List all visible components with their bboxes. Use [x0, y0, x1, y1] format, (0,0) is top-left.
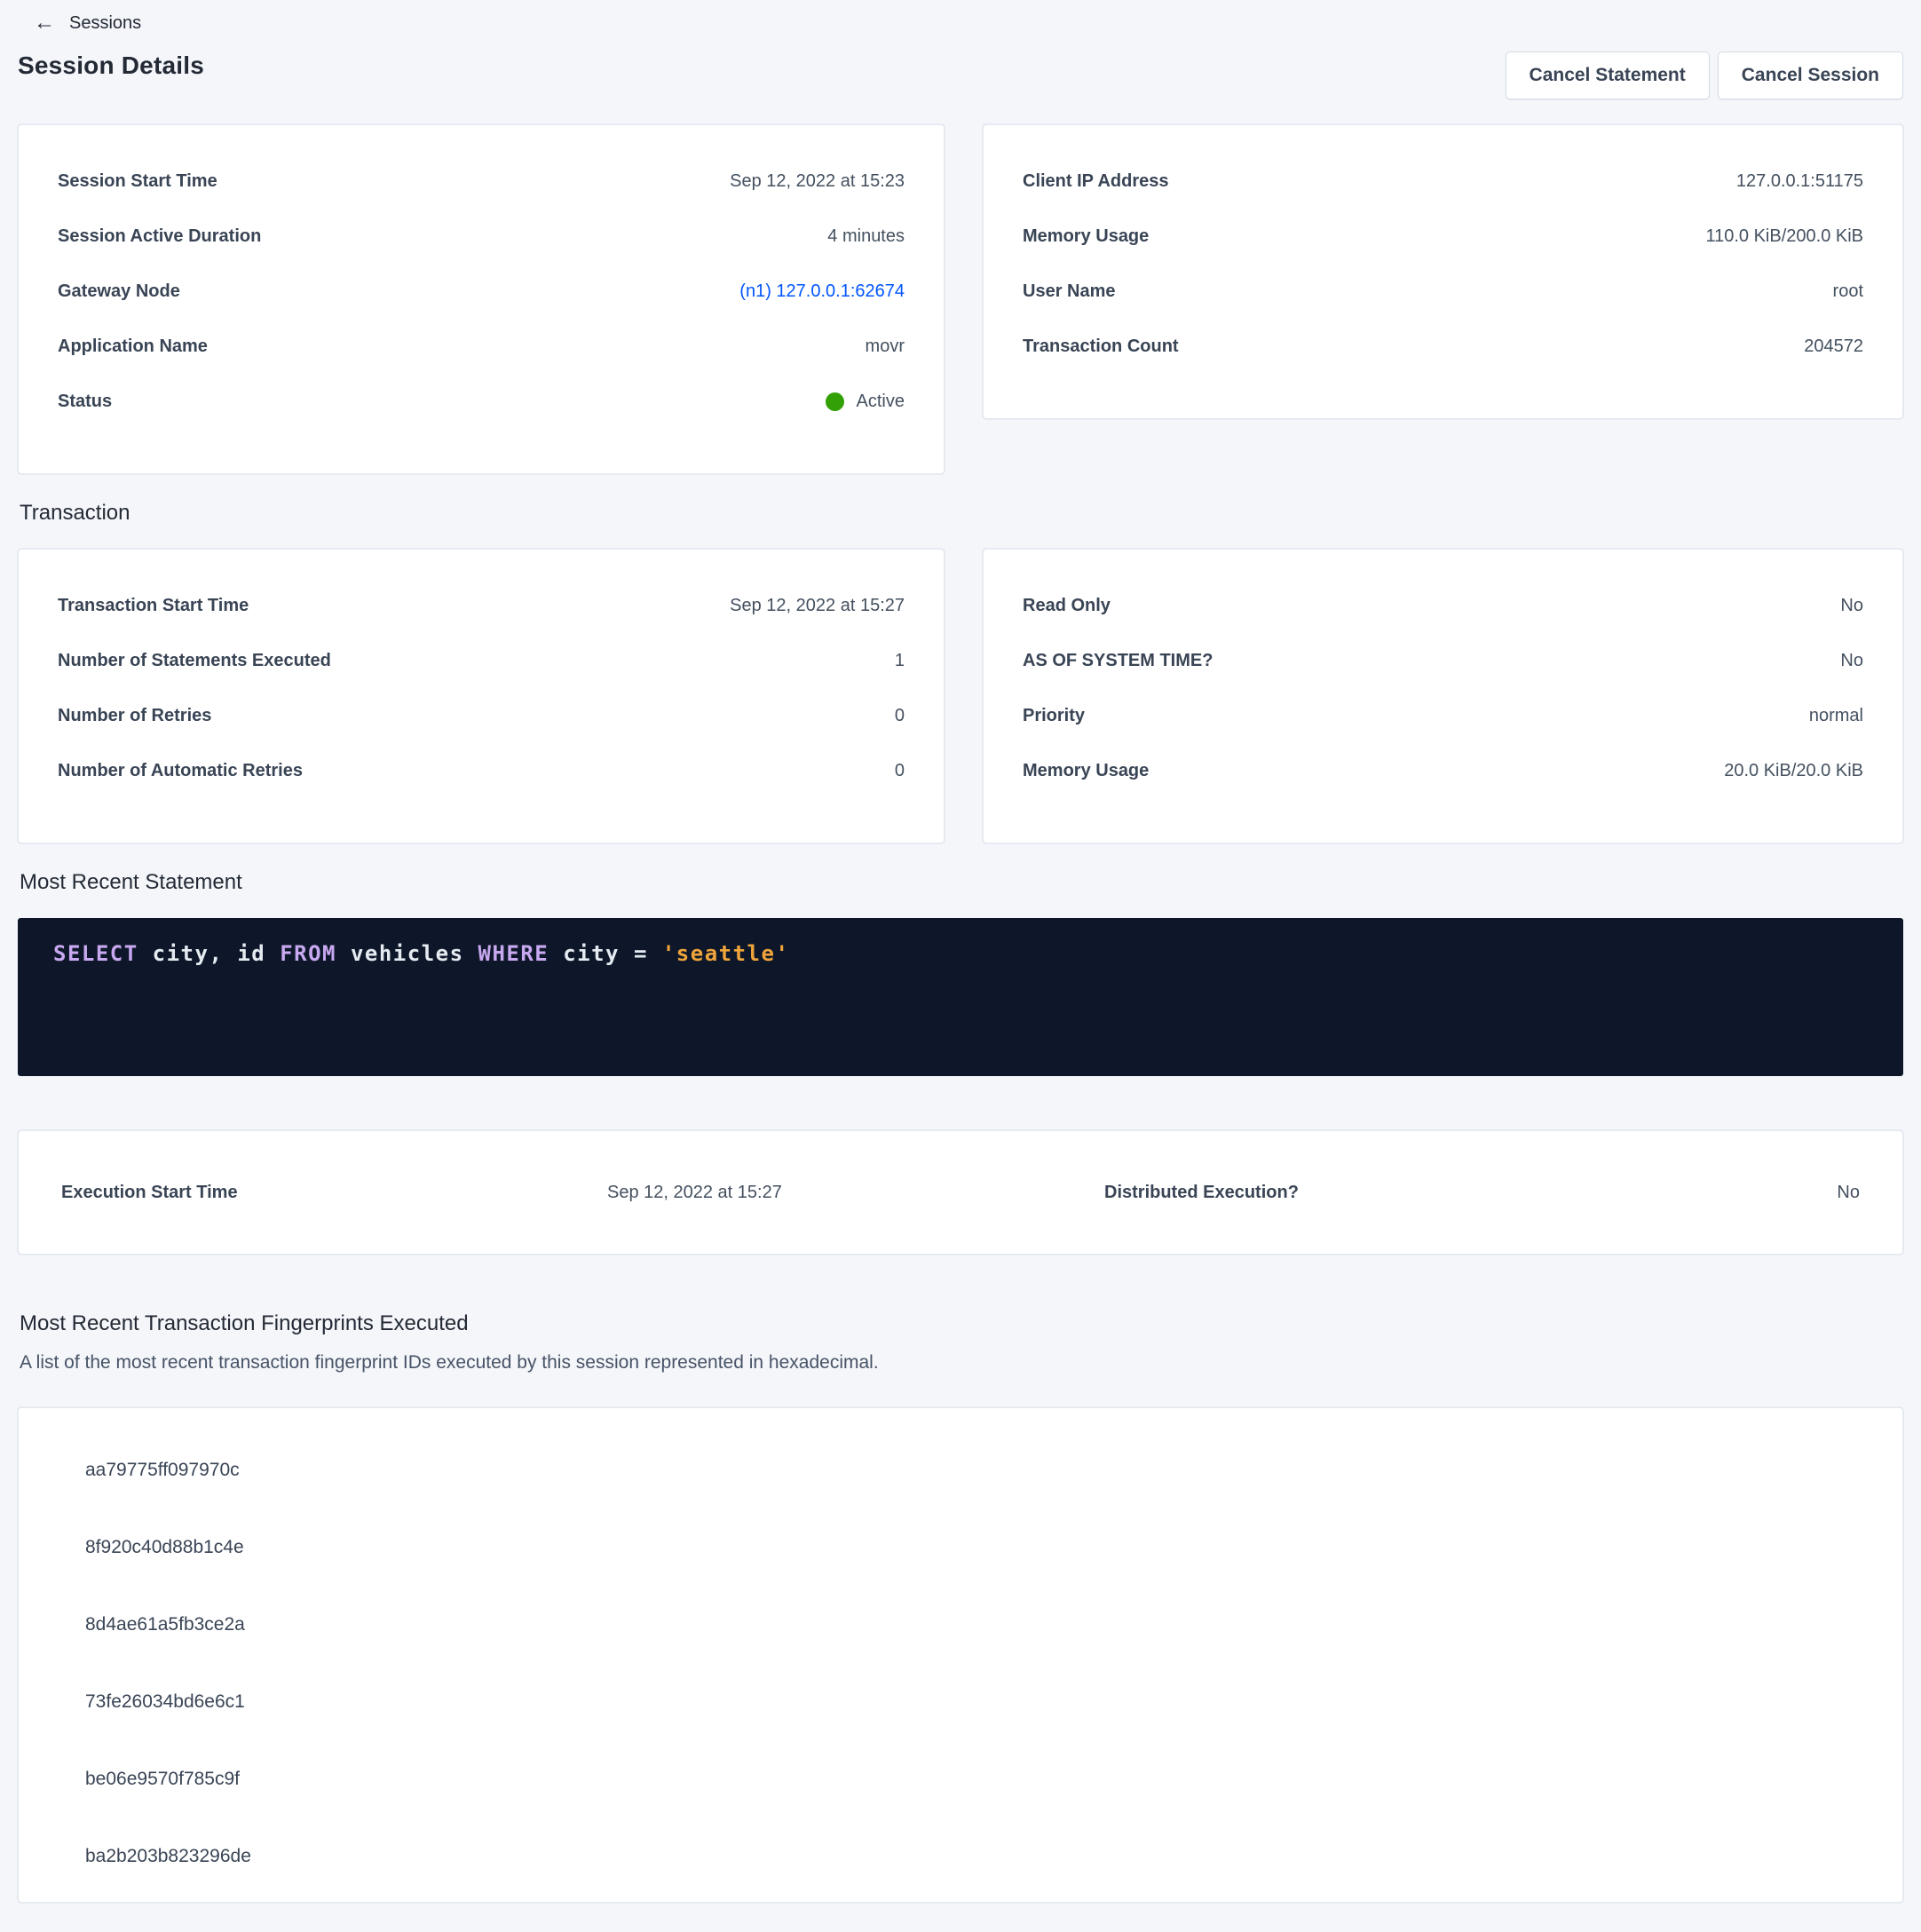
info-label: Memory Usage	[1023, 226, 1149, 247]
table-row: Transaction Count 204572	[1023, 319, 1863, 374]
status-active-dot-icon	[826, 392, 844, 411]
list-item: 73fe26034bd6e6c1	[19, 1663, 1902, 1740]
cancel-statement-button[interactable]: Cancel Statement	[1506, 51, 1710, 99]
table-row: Client IP Address 127.0.0.1:51175	[1023, 154, 1863, 209]
gateway-node-link[interactable]: (n1) 127.0.0.1:62674	[739, 281, 905, 302]
transaction-section-heading: Transaction	[20, 501, 1903, 526]
table-row: Application Name movr	[58, 319, 905, 374]
table-row: User Name root	[1023, 264, 1863, 319]
fingerprints-card: aa79775ff097970c 8f920c40d88b1c4e 8d4ae6…	[18, 1407, 1903, 1903]
status-badge: Active	[826, 392, 905, 412]
table-row: Session Active Duration 4 minutes	[58, 209, 905, 264]
transaction-row: Transaction Start Time Sep 12, 2022 at 1…	[18, 549, 1903, 843]
table-row: Number of Automatic Retries 0	[58, 743, 905, 798]
arrow-left-icon: ←	[34, 12, 55, 34]
as-of-system-time-value: No	[1840, 651, 1863, 671]
execution-card: Execution Start Time Sep 12, 2022 at 15:…	[18, 1130, 1903, 1255]
session-active-duration-value: 4 minutes	[827, 226, 905, 247]
info-label: Distributed Execution?	[1104, 1183, 1601, 1203]
table-row: Gateway Node (n1) 127.0.0.1:62674	[58, 264, 905, 319]
transaction-count-value: 204572	[1804, 337, 1863, 357]
table-row: AS OF SYSTEM TIME? No	[1023, 633, 1863, 688]
info-label: Application Name	[58, 337, 208, 357]
info-label: AS OF SYSTEM TIME?	[1023, 651, 1213, 671]
transaction-start-time-value: Sep 12, 2022 at 15:27	[730, 596, 905, 616]
txn-memory-usage-value: 20.0 KiB/20.0 KiB	[1724, 761, 1863, 781]
retries-value: 0	[895, 706, 905, 726]
session-info-card: Session Start Time Sep 12, 2022 at 15:23…	[18, 124, 945, 474]
list-item: aa79775ff097970c	[19, 1431, 1902, 1508]
header-actions: Cancel Statement Cancel Session	[1506, 51, 1903, 99]
execution-start-time-value: Sep 12, 2022 at 15:27	[607, 1183, 1104, 1203]
info-label: Priority	[1023, 706, 1085, 726]
breadcrumb: Sessions	[69, 13, 141, 34]
table-row: Status Active	[58, 374, 905, 429]
table-row: Read Only No	[1023, 578, 1863, 633]
list-item: 8f920c40d88b1c4e	[19, 1508, 1902, 1586]
session-details-page: ← Sessions Session Details Cancel Statem…	[0, 0, 1921, 1903]
info-label: Session Active Duration	[58, 226, 261, 247]
fingerprints-section-heading: Most Recent Transaction Fingerprints Exe…	[20, 1311, 1903, 1336]
info-label: Transaction Start Time	[58, 596, 249, 616]
automatic-retries-value: 0	[895, 761, 905, 781]
info-label: Number of Retries	[58, 706, 211, 726]
page-title: Session Details	[18, 51, 204, 80]
table-row: Memory Usage 110.0 KiB/200.0 KiB	[1023, 209, 1863, 264]
table-row: Session Start Time Sep 12, 2022 at 15:23	[58, 154, 905, 209]
transaction-left-card: Transaction Start Time Sep 12, 2022 at 1…	[18, 549, 945, 843]
table-row: Number of Statements Executed 1	[58, 633, 905, 688]
status-value: Active	[857, 392, 905, 412]
client-info-card: Client IP Address 127.0.0.1:51175 Memory…	[983, 124, 1903, 419]
cancel-session-button[interactable]: Cancel Session	[1718, 51, 1903, 99]
info-label: Number of Automatic Retries	[58, 761, 303, 781]
info-label: Execution Start Time	[61, 1183, 607, 1203]
memory-usage-value: 110.0 KiB/200.0 KiB	[1705, 226, 1863, 247]
statements-executed-value: 1	[895, 651, 905, 671]
fingerprints-description: A list of the most recent transaction fi…	[20, 1352, 1903, 1374]
distributed-execution-value: No	[1601, 1183, 1860, 1203]
sql-keyword: FROM	[280, 941, 336, 966]
table-row: Priority normal	[1023, 688, 1863, 743]
table-row: Number of Retries 0	[58, 688, 905, 743]
transaction-right-card: Read Only No AS OF SYSTEM TIME? No Prior…	[983, 549, 1903, 843]
list-item: 8d4ae61a5fb3ce2a	[19, 1586, 1902, 1663]
info-label: Gateway Node	[58, 281, 180, 302]
session-start-time-value: Sep 12, 2022 at 15:23	[730, 171, 905, 192]
sql-text: city, id	[138, 941, 281, 966]
list-item: ba2b203b823296de	[19, 1817, 1902, 1895]
read-only-value: No	[1840, 596, 1863, 616]
statement-section-heading: Most Recent Statement	[20, 870, 1903, 895]
sql-keyword: SELECT	[53, 941, 138, 966]
info-label: Number of Statements Executed	[58, 651, 331, 671]
info-label: Status	[58, 392, 112, 412]
sql-statement: SELECT city, id FROM vehicles WHERE city…	[53, 941, 789, 966]
sessions-back-link[interactable]: ← Sessions	[18, 7, 157, 39]
info-label: Transaction Count	[1023, 337, 1179, 357]
sql-text: vehicles	[336, 941, 478, 966]
application-name-value: movr	[866, 337, 905, 357]
list-item: be06e9570f785c9f	[19, 1740, 1902, 1817]
info-label: User Name	[1023, 281, 1116, 302]
sql-string-literal: 'seattle'	[662, 941, 790, 966]
session-summary-row: Session Start Time Sep 12, 2022 at 15:23…	[18, 124, 1903, 474]
info-label: Session Start Time	[58, 171, 217, 192]
sql-statement-box: SELECT city, id FROM vehicles WHERE city…	[18, 918, 1903, 1076]
table-row: Transaction Start Time Sep 12, 2022 at 1…	[58, 578, 905, 633]
priority-value: normal	[1809, 706, 1863, 726]
sql-text: city =	[549, 941, 662, 966]
sql-keyword: WHERE	[478, 941, 549, 966]
client-ip-value: 127.0.0.1:51175	[1736, 171, 1863, 192]
table-row: Memory Usage 20.0 KiB/20.0 KiB	[1023, 743, 1863, 798]
user-name-value: root	[1833, 281, 1863, 302]
info-label: Read Only	[1023, 596, 1111, 616]
page-header: Session Details Cancel Statement Cancel …	[18, 51, 1903, 99]
info-label: Memory Usage	[1023, 761, 1149, 781]
info-label: Client IP Address	[1023, 171, 1169, 192]
